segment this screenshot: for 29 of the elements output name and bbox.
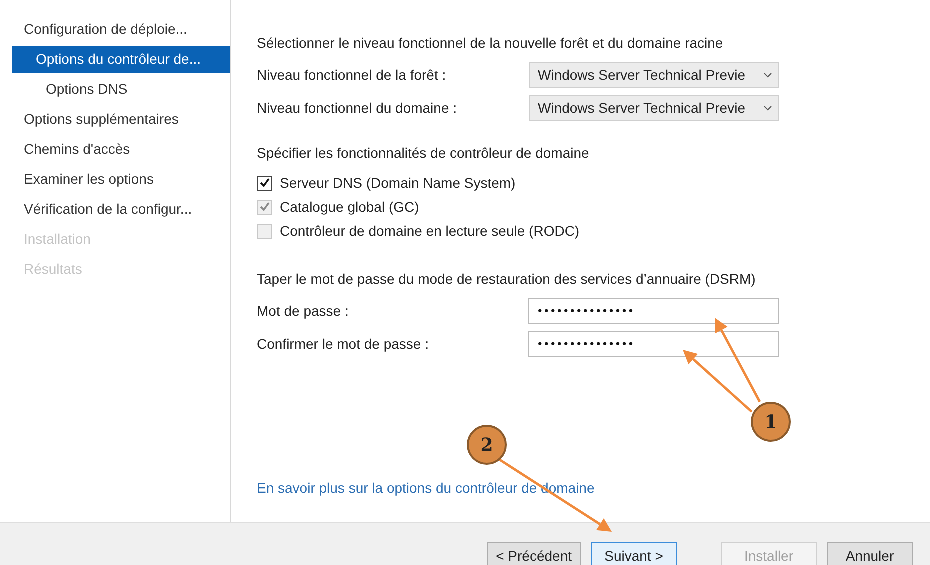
field-label: Niveau fonctionnel du domaine : <box>257 100 458 116</box>
wizard-button[interactable]: < Précédent <box>487 542 581 565</box>
sidebar-item[interactable]: Examiner les options <box>0 166 230 193</box>
checkbox-label: Serveur DNS (Domain Name System) <box>280 175 516 191</box>
caret-icon <box>764 106 772 110</box>
annotation-badge: 1 <box>751 402 791 442</box>
checkbox-label: Catalogue global (GC) <box>280 199 420 215</box>
wizard-button[interactable]: Suivant > <box>591 542 677 565</box>
field-label: Niveau fonctionnel de la forêt : <box>257 67 448 83</box>
sidebar-item[interactable]: Options DNS <box>0 76 230 103</box>
section-heading: Sélectionner le niveau fonctionnel de la nouvelle forêt et du domaine racine <box>257 34 724 52</box>
field-label: Confirmer le mot de passe : <box>257 336 430 352</box>
sidebar-item[interactable]: Configuration de déploie... <box>0 16 230 43</box>
section-heading: Spécifier les fonctionnalités de contrôleur de domaine <box>257 144 590 162</box>
caret-icon <box>764 72 772 78</box>
dropdown[interactable]: Windows Server Technical Previe <box>529 95 779 121</box>
password-field[interactable]: ••••••••••••••• <box>528 331 779 357</box>
sidebar-item[interactable]: Vérification de la configur... <box>0 196 230 223</box>
checkbox-label: Contrôleur de domaine en lecture seule (RODC) <box>280 223 580 239</box>
dropdown[interactable]: Windows Server Technical Previe <box>529 62 779 88</box>
checkbox[interactable] <box>257 176 272 190</box>
password-field[interactable]: ••••••••••••••• <box>528 298 779 324</box>
wizard-button[interactable]: Annuler <box>827 542 913 565</box>
section-heading: Taper le mot de passe du mode de restauration des services d’annuaire (DSRM) <box>257 270 757 288</box>
sidebar-item[interactable]: Options supplémentaires <box>0 106 230 133</box>
sidebar-item[interactable]: Options du contrôleur de... <box>12 46 230 73</box>
annotation-badge: 2 <box>467 425 507 465</box>
sidebar-item[interactable]: Chemins d'accès <box>0 136 230 163</box>
field-label: Mot de passe : <box>257 303 350 319</box>
